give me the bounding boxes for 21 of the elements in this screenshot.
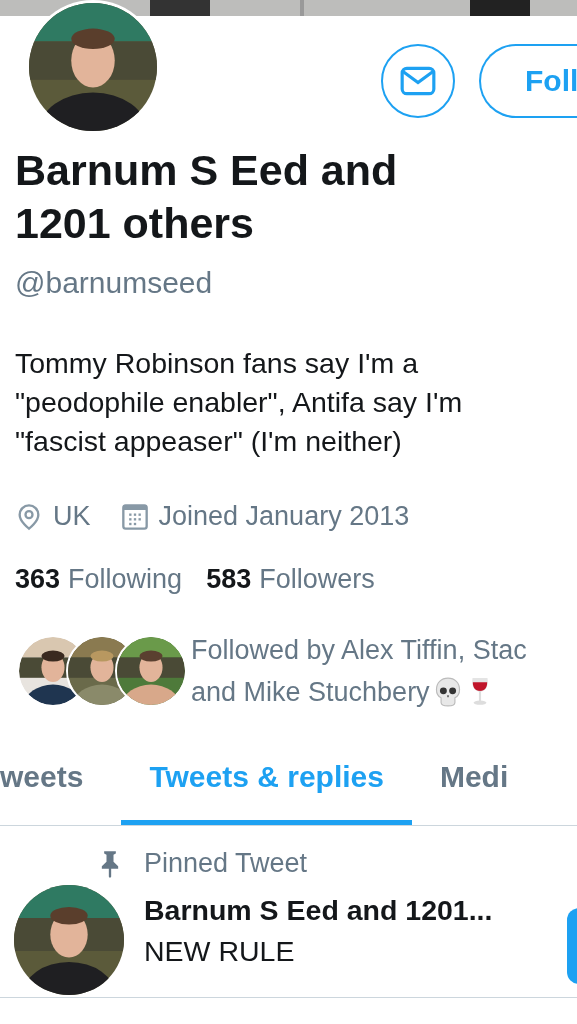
profile-handle: @barnumseed (15, 266, 214, 300)
pinned-label: Pinned Tweet (144, 848, 308, 879)
tweet-text: NEW RULE (144, 934, 296, 969)
profile-tab[interactable]: Tweets & replies (121, 733, 412, 825)
joined-date: Joined January 2013 (158, 501, 410, 532)
followed-by-text[interactable]: Followed by Alex Tiffin, Stac (191, 629, 527, 671)
calendar-icon (120, 502, 149, 531)
followers-label[interactable]: Followers (259, 564, 375, 595)
skull-icon (433, 677, 462, 707)
following-count[interactable]: 363 (15, 564, 61, 595)
profile-tab[interactable]: Medi (411, 733, 537, 825)
profile-name: Barnum S Eed and 1201 others (15, 145, 399, 249)
compose-button[interactable] (567, 908, 577, 984)
profile-bio: Tommy Robinson fans say I'm a "peodophile enabler", Antifa say I'm "fascist appeaser" (I'm neither) (15, 346, 464, 459)
following-label[interactable]: Following (68, 564, 183, 595)
profile-tab[interactable]: weets (0, 733, 122, 825)
followers-count[interactable]: 583 (206, 564, 252, 595)
followed-by-text[interactable]: and Mike Stuchbery (191, 671, 430, 713)
follow-button[interactable]: Foll (479, 44, 577, 118)
tweet-author[interactable]: Barnum S Eed and 1201... (144, 889, 493, 931)
location-text: UK (53, 501, 91, 532)
